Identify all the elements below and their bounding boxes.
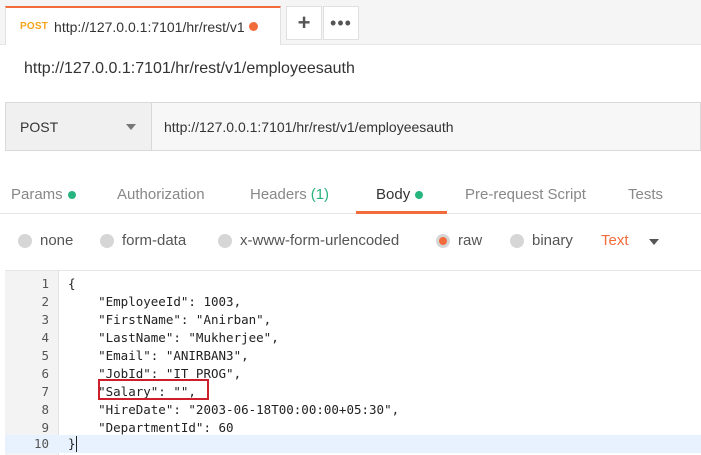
request-title[interactable]: http://127.0.0.1:7101/hr/rest/v1/employe… (24, 60, 355, 78)
line-number: 10 (33, 436, 49, 451)
body-option-none[interactable]: none (18, 232, 73, 249)
tab-label: Pre-request Script (465, 186, 586, 203)
line-number: 7 (41, 384, 49, 399)
radio-icon (510, 233, 524, 248)
code-text: } (68, 436, 76, 451)
more-tabs-button[interactable]: ••• (323, 6, 359, 40)
code-line-current: 10 } (5, 435, 701, 453)
body-option-form-data[interactable]: form-data (100, 232, 186, 249)
tab-url-label: http://127.0.0.1:7101/hr/rest/v1 (54, 18, 245, 35)
tab-params[interactable]: Params (11, 186, 76, 203)
body-option-raw[interactable]: raw (436, 232, 482, 249)
body-type-options: none form-data x-www-form-urlencoded raw… (0, 228, 701, 256)
code-line: 3 "FirstName": "Anirban", (5, 311, 701, 329)
option-label: none (40, 232, 74, 249)
radio-icon (18, 233, 32, 248)
code-line: 4 "LastName": "Mukherjee", (5, 329, 701, 347)
body-editor[interactable]: 1 { 2 "EmployeeId": 1003, 3 "FirstName":… (5, 270, 701, 455)
tab-label: Authorization (117, 186, 205, 203)
tab-body[interactable]: Body (376, 186, 424, 203)
tab-label: Params (11, 186, 63, 203)
tab-label: Tests (628, 186, 664, 203)
ellipsis-icon: ••• (330, 12, 352, 33)
status-dot-icon (67, 190, 76, 199)
status-dot-icon (415, 190, 424, 199)
active-tab-indicator (356, 211, 447, 214)
tab-strip: POST http://127.0.0.1:7101/hr/rest/v1 + … (0, 0, 701, 45)
chevron-down-icon[interactable] (649, 239, 659, 245)
code-text: "HireDate": "2003-06-18T00:00:00+05:30", (68, 402, 400, 417)
new-tab-button[interactable]: + (286, 6, 322, 40)
tab-authorization[interactable]: Authorization (117, 186, 205, 203)
option-label: form-data (122, 232, 187, 249)
tab-method-label: POST (20, 21, 49, 32)
headers-count-badge: (1) (310, 186, 330, 203)
line-number: 1 (41, 276, 49, 291)
radio-selected-icon (436, 233, 450, 248)
code-text: "FirstName": "Anirban", (68, 312, 272, 327)
code-line: 8 "HireDate": "2003-06-18T00:00:00+05:30… (5, 401, 701, 419)
body-language-select[interactable]: Text (601, 232, 629, 249)
body-option-urlencoded[interactable]: x-www-form-urlencoded (218, 232, 399, 249)
radio-icon (100, 233, 114, 248)
code-line: 5 "Email": "ANIRBAN3", (5, 347, 701, 365)
code-text: { (68, 276, 76, 291)
radio-icon (218, 233, 232, 248)
salary-highlight-annotation (98, 379, 209, 400)
body-option-binary[interactable]: binary (510, 232, 573, 249)
code-line: 2 "EmployeeId": 1003, (5, 293, 701, 311)
unsaved-dot-icon (248, 22, 258, 31)
plus-icon: + (297, 10, 311, 35)
request-tab[interactable]: POST http://127.0.0.1:7101/hr/rest/v1 (5, 6, 281, 45)
method-value: POST (20, 118, 59, 135)
tab-tests[interactable]: Tests (628, 186, 663, 203)
tab-pre-request-script[interactable]: Pre-request Script (465, 186, 586, 203)
chevron-down-icon (126, 124, 136, 130)
option-label: x-www-form-urlencoded (240, 232, 400, 249)
line-number: 3 (41, 312, 49, 327)
option-label: raw (458, 232, 483, 249)
url-bar: POST http://127.0.0.1:7101/hr/rest/v1/em… (5, 102, 701, 151)
tab-headers[interactable]: Headers (1) (250, 186, 329, 203)
line-number: 5 (41, 348, 49, 363)
code-text: "Email": "ANIRBAN3", (68, 348, 249, 363)
code-line: 1 { (5, 275, 701, 293)
text-cursor (76, 436, 77, 452)
line-number: 6 (41, 366, 49, 381)
url-input[interactable]: http://127.0.0.1:7101/hr/rest/v1/employe… (152, 103, 700, 150)
tab-label: Headers (250, 186, 307, 203)
code-text: "EmployeeId": 1003, (68, 294, 242, 309)
line-number: 2 (41, 294, 49, 309)
line-number: 8 (41, 402, 49, 417)
line-number: 4 (41, 330, 49, 345)
tab-label: Body (376, 186, 411, 203)
method-dropdown[interactable]: POST (6, 103, 152, 150)
request-tabs: Params Authorization Headers (1) Body Pr… (0, 176, 701, 214)
code-text: "LastName": "Mukherjee", (68, 330, 279, 345)
option-label: binary (532, 232, 573, 249)
